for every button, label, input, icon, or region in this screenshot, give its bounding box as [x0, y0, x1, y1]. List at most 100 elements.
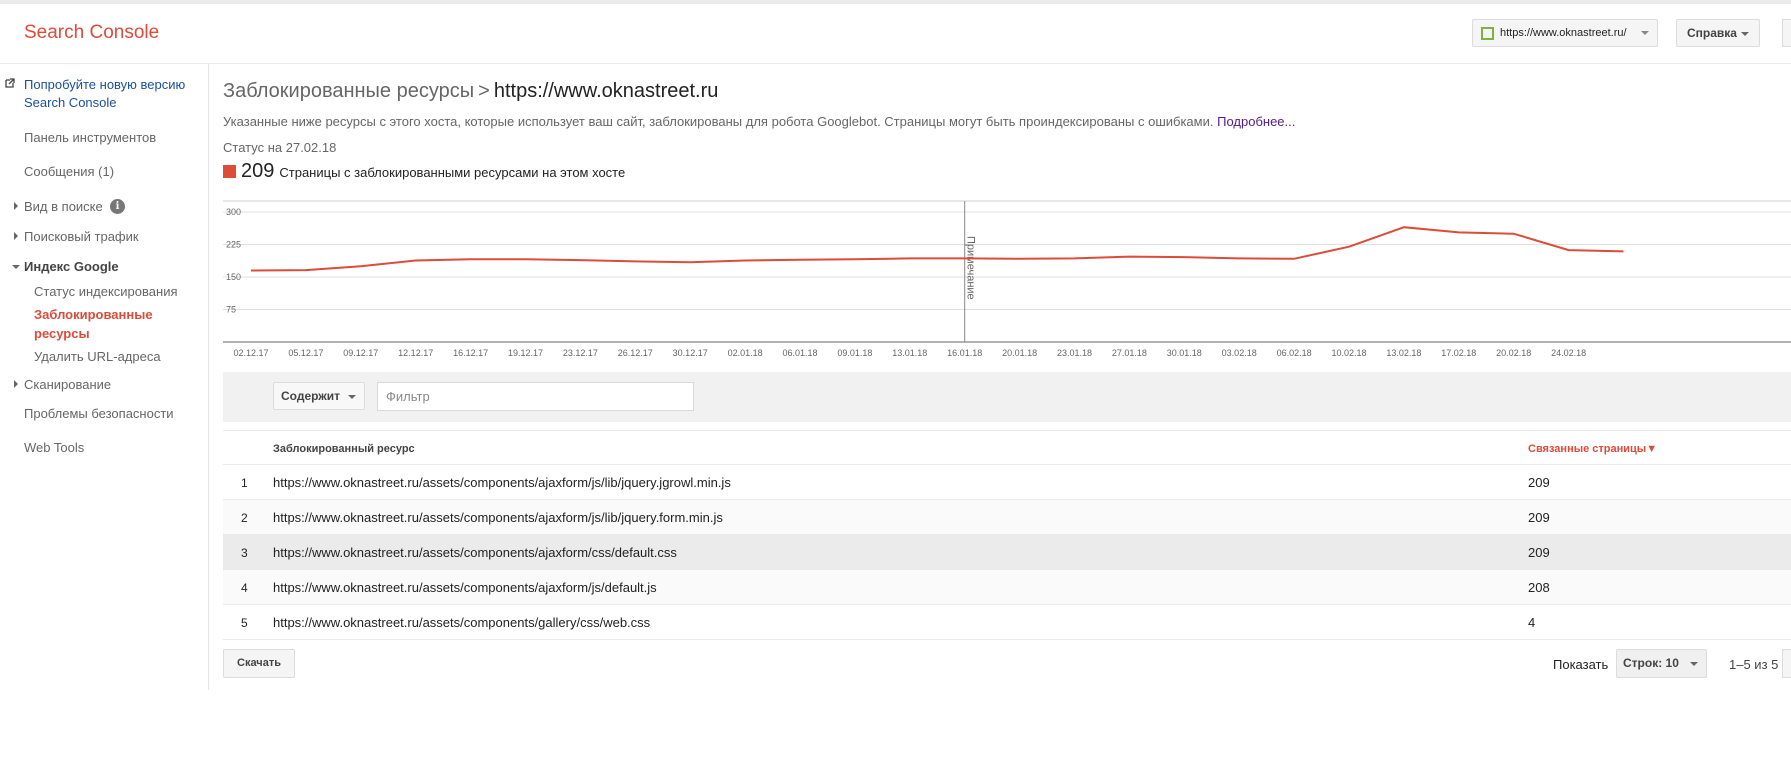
app-title[interactable]: Search Console [24, 22, 159, 44]
account-button[interactable] [1782, 19, 1791, 47]
table-header: Заблокированный ресурс Связанные страниц… [223, 430, 1791, 465]
resource-url[interactable]: https://www.oknastreet.ru/assets/compone… [273, 615, 650, 630]
pagination-info: 1–5 из 5 [1729, 657, 1779, 672]
x-tick-label: 06.01.18 [782, 348, 817, 358]
x-tick-label: 20.02.18 [1496, 348, 1531, 358]
sidebar-item-web-tools[interactable]: Web Tools [24, 440, 84, 455]
sidebar: Попробуйте новую версию Search Console П… [0, 64, 209, 690]
prev-page-button[interactable] [1782, 649, 1791, 678]
help-button[interactable]: Справка [1676, 19, 1760, 47]
x-tick-label: 10.02.18 [1331, 348, 1366, 358]
resource-url[interactable]: https://www.oknastreet.ru/assets/compone… [273, 475, 731, 490]
chevron-right-icon [14, 202, 18, 210]
site-selector-label: https://www.oknastreet.ru/ [1500, 27, 1627, 39]
status-date: Статус на 27.02.18 [223, 140, 337, 155]
page-title-section: Заблокированные ресурсы [223, 80, 475, 102]
resource-url[interactable]: https://www.oknastreet.ru/assets/compone… [273, 545, 677, 560]
chevron-right-icon [14, 380, 18, 388]
blocked-pages-chart[interactable]: 300 225 150 75 02.12.17 05.12.17 09.12.17 12.12… [223, 200, 1791, 360]
rows-per-page-label: Строк: 10 [1623, 656, 1679, 670]
y-tick-label: 150 [226, 272, 241, 282]
x-tick-label: 09.12.17 [343, 348, 378, 358]
page-description: Указанные ниже ресурсы с этого хоста, ко… [223, 114, 1295, 129]
y-tick-label: 75 [226, 305, 236, 315]
x-tick-label: 02.12.17 [233, 348, 268, 358]
x-tick-label: 13.01.18 [892, 348, 927, 358]
x-tick-label: 17.02.18 [1441, 348, 1476, 358]
x-tick-label: 30.01.18 [1167, 348, 1202, 358]
linked-pages-count: 209 [1528, 510, 1550, 525]
info-icon[interactable]: i [110, 199, 125, 214]
breadcrumb-separator: > [478, 80, 490, 102]
row-number: 3 [241, 546, 248, 560]
filter-mode-dropdown[interactable]: Содержит [273, 382, 365, 410]
series-line [250, 226, 1624, 272]
table-row[interactable]: 5 https://www.oknastreet.ru/assets/compo… [223, 605, 1791, 640]
external-link-icon [5, 78, 15, 88]
sidebar-item-dashboard[interactable]: Панель инструментов [24, 130, 156, 145]
x-tick-label: 23.01.18 [1057, 348, 1092, 358]
column-header-resource[interactable]: Заблокированный ресурс [273, 443, 415, 455]
page-title: Заблокированные ресурсы > https://www.okna… [223, 80, 718, 103]
sidebar-item-search-traffic[interactable]: Поисковый трафик [24, 229, 139, 244]
table-row[interactable]: 2 https://www.oknastreet.ru/assets/compo… [223, 500, 1791, 535]
x-tick-label: 23.12.17 [563, 348, 598, 358]
row-number: 5 [241, 616, 248, 630]
x-tick-label: 24.02.18 [1551, 348, 1586, 358]
x-tick-label: 27.01.18 [1112, 348, 1147, 358]
sidebar-item-new-version[interactable]: Попробуйте новую версию Search Console [24, 76, 204, 112]
top-border [0, 0, 1791, 4]
x-tick-label: 03.02.18 [1222, 348, 1257, 358]
sidebar-item-search-appearance[interactable]: Вид в поиске [24, 199, 103, 214]
sidebar-item-security-issues[interactable]: Проблемы безопасности [24, 406, 174, 421]
legend-count: 209 [241, 160, 275, 182]
table-row[interactable]: 1 https://www.oknastreet.ru/assets/compo… [223, 465, 1791, 500]
row-number: 2 [241, 511, 248, 525]
filter-mode-label: Содержит [281, 389, 341, 403]
download-button[interactable]: Скачать [223, 649, 295, 678]
table-row[interactable]: 3 https://www.oknastreet.ru/assets/compo… [223, 535, 1791, 570]
column-header-pages[interactable]: Связанные страницы▼ [1528, 443, 1657, 455]
chevron-down-icon [12, 265, 20, 269]
x-tick-label: 16.01.18 [947, 348, 982, 358]
y-tick-label: 225 [226, 240, 241, 250]
chevron-down-icon [1741, 32, 1749, 36]
row-number: 1 [241, 476, 248, 490]
site-selector[interactable]: https://www.oknastreet.ru/ [1472, 19, 1658, 47]
x-tick-label: 02.01.18 [728, 348, 763, 358]
chevron-down-icon [1641, 31, 1649, 35]
learn-more-link[interactable]: Подробнее... [1217, 114, 1295, 129]
x-tick-label: 30.12.17 [673, 348, 708, 358]
filter-bar: Содержит [223, 372, 1791, 422]
help-button-label: Справка [1687, 26, 1737, 40]
sidebar-item-blocked-resources[interactable]: Заблокированные ресурсы [34, 305, 184, 343]
linked-pages-count: 209 [1528, 545, 1550, 560]
linked-pages-count: 208 [1528, 580, 1550, 595]
sidebar-item-messages[interactable]: Сообщения (1) [24, 164, 114, 179]
rows-per-page-select[interactable]: Строк: 10 [1616, 649, 1707, 678]
chevron-down-icon [348, 395, 356, 399]
y-tick-label: 300 [226, 207, 241, 217]
resource-url[interactable]: https://www.oknastreet.ru/assets/compone… [273, 580, 657, 595]
blocked-resources-table: Заблокированный ресурс Связанные страниц… [223, 430, 1791, 640]
page-title-host: https://www.oknastreet.ru [493, 80, 719, 102]
x-tick-label: 20.01.18 [1002, 348, 1037, 358]
sidebar-item-crawl[interactable]: Сканирование [24, 377, 111, 392]
chevron-right-icon [14, 232, 18, 240]
x-tick-label: 26.12.17 [618, 348, 653, 358]
table-row[interactable]: 4 https://www.oknastreet.ru/assets/compo… [223, 570, 1791, 605]
filter-input[interactable] [377, 382, 694, 411]
column-header-pages-label: Связанные страницы [1528, 443, 1647, 455]
x-tick-label: 12.12.17 [398, 348, 433, 358]
sidebar-item-google-index[interactable]: Индекс Google [24, 259, 119, 274]
resource-url[interactable]: https://www.oknastreet.ru/assets/compone… [273, 510, 723, 525]
sidebar-item-remove-urls[interactable]: Удалить URL-адреса [34, 349, 161, 364]
site-icon [1481, 26, 1494, 40]
legend-label: Страницы с заблокированными ресурсами на… [279, 165, 626, 180]
chart-legend[interactable]: 209 Страницы с заблокированными ресурсам… [223, 160, 625, 183]
annotation-label: Примечание [965, 236, 977, 300]
linked-pages-count: 209 [1528, 475, 1550, 490]
sidebar-item-index-status[interactable]: Статус индексирования [34, 284, 178, 299]
x-tick-label: 16.12.17 [453, 348, 488, 358]
legend-swatch [223, 165, 236, 178]
